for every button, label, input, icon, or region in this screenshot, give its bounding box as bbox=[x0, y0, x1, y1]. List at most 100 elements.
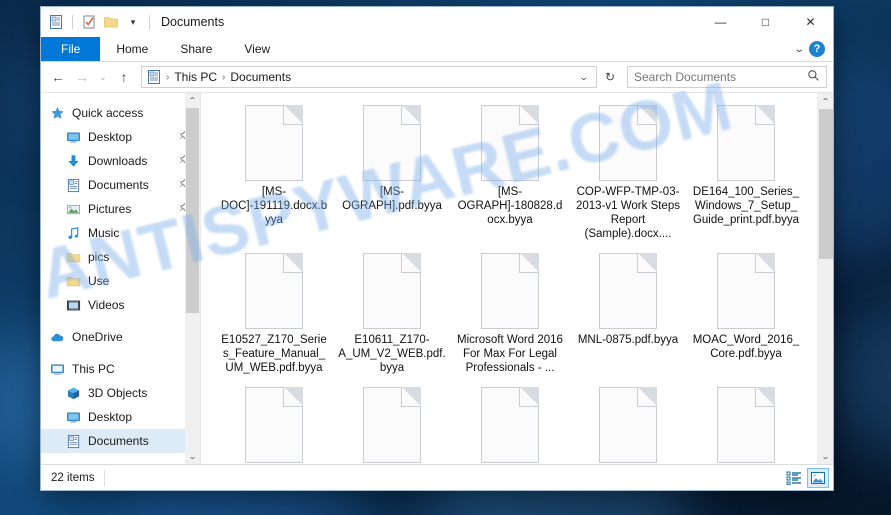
sidebar-item-pics[interactable]: pics bbox=[41, 245, 200, 269]
refresh-button[interactable]: ↻ bbox=[599, 66, 621, 88]
file-item[interactable]: [MS-DOC]-191119.docx.byya bbox=[215, 101, 333, 247]
generic-file-icon bbox=[245, 253, 303, 329]
file-pane-scrollbar[interactable]: ⌃ ⌄ bbox=[817, 93, 833, 464]
file-name: [MS-OGRAPH].pdf.byya bbox=[342, 186, 442, 212]
sidebar-item-pc-documents[interactable]: Documents bbox=[41, 429, 200, 453]
maximize-button[interactable]: □ bbox=[743, 7, 788, 37]
sidebar-item-desktop[interactable]: Desktop bbox=[41, 125, 200, 149]
breadcrumb-documents[interactable]: Documents bbox=[226, 70, 295, 84]
file-pane-scroll-thumb[interactable] bbox=[819, 109, 833, 259]
chevron-down-icon[interactable]: ⌄ bbox=[793, 44, 805, 55]
sidebar-item-label: Videos bbox=[88, 298, 125, 312]
file-item[interactable]: [MS-OGRAPH].pdf.byya bbox=[333, 101, 451, 247]
quick-access-dropdown-icon[interactable]: ▾ bbox=[124, 13, 142, 31]
sidebar-scroll-track[interactable] bbox=[185, 108, 200, 449]
breadcrumb-this-pc[interactable]: This PC bbox=[170, 70, 221, 84]
monitor-icon bbox=[65, 129, 81, 145]
window-controls: — □ ✕ bbox=[698, 7, 833, 37]
window-title: Documents bbox=[161, 15, 225, 29]
scroll-up-icon[interactable]: ⌃ bbox=[816, 93, 833, 109]
file-item[interactable] bbox=[451, 383, 569, 464]
generic-file-icon bbox=[717, 105, 775, 181]
up-button[interactable]: ↑ bbox=[113, 66, 135, 88]
sidebar-item-music[interactable]: Music bbox=[41, 221, 200, 245]
generic-file-icon bbox=[245, 387, 303, 463]
search-icon[interactable] bbox=[807, 69, 820, 85]
file-item[interactable]: [MS-OGRAPH]-180828.docx.byya bbox=[451, 101, 569, 247]
sidebar-item-onedrive[interactable]: OneDrive bbox=[41, 325, 200, 349]
generic-file-icon bbox=[599, 105, 657, 181]
tab-share[interactable]: Share bbox=[164, 37, 228, 61]
documents-icon bbox=[65, 177, 81, 193]
documents-icon bbox=[146, 69, 162, 85]
sidebar-item-pictures[interactable]: Pictures bbox=[41, 197, 200, 221]
address-dropdown-icon[interactable]: ⌄ bbox=[573, 72, 595, 83]
file-name: E10611_Z170-A_UM_V2_WEB.pdf.byya bbox=[338, 334, 446, 374]
help-button[interactable]: ? bbox=[809, 41, 825, 57]
search-input[interactable] bbox=[634, 70, 807, 84]
file-item[interactable] bbox=[215, 383, 333, 464]
address-bar[interactable]: › This PC › Documents ⌄ bbox=[141, 66, 597, 88]
scroll-up-icon[interactable]: ⌃ bbox=[183, 93, 200, 108]
tab-home[interactable]: Home bbox=[100, 37, 164, 61]
sidebar-scrollbar[interactable]: ⌃ ⌄ bbox=[185, 93, 200, 464]
large-icons-view-button[interactable] bbox=[807, 467, 829, 488]
status-bar: 22 items bbox=[41, 464, 833, 490]
generic-file-icon bbox=[481, 105, 539, 181]
scroll-down-icon[interactable]: ⌄ bbox=[183, 449, 200, 464]
sidebar-item-3d-objects[interactable]: 3D Objects bbox=[41, 381, 200, 405]
minimize-button[interactable]: — bbox=[698, 7, 743, 37]
tab-file[interactable]: File bbox=[41, 37, 101, 61]
file-list-pane[interactable]: [MS-DOC]-191119.docx.byya [MS-OGRAPH].pd… bbox=[201, 93, 833, 464]
sidebar-item-documents[interactable]: Documents bbox=[41, 173, 200, 197]
music-icon bbox=[65, 225, 81, 241]
sidebar-item-label: pics bbox=[88, 250, 110, 264]
file-name: COP-WFP-TMP-03-2013-v1 Work Steps Report… bbox=[576, 186, 680, 240]
file-item[interactable]: MOAC_Word_2016_Core.pdf.byya bbox=[687, 249, 805, 381]
documents-folder-icon[interactable] bbox=[47, 13, 65, 31]
search-box[interactable] bbox=[627, 66, 827, 88]
star-icon bbox=[49, 105, 65, 121]
sidebar-item-quick-access[interactable]: Quick access bbox=[41, 101, 200, 125]
file-grid: [MS-DOC]-191119.docx.byya [MS-OGRAPH].pd… bbox=[201, 93, 805, 464]
sidebar-item-downloads[interactable]: Downloads bbox=[41, 149, 200, 173]
cloud-icon bbox=[49, 329, 65, 345]
toolbar-divider bbox=[72, 15, 73, 29]
status-divider bbox=[104, 469, 106, 486]
details-view-button[interactable] bbox=[783, 468, 805, 488]
file-item[interactable]: MNL-0875.pdf.byya bbox=[569, 249, 687, 381]
sidebar-scroll-thumb[interactable] bbox=[186, 108, 199, 313]
sidebar-item-use[interactable]: Use bbox=[41, 269, 200, 293]
forward-button[interactable]: → bbox=[71, 66, 93, 88]
sidebar-item-label: Desktop bbox=[88, 410, 133, 424]
navigation-pane: Quick access Desktop Downloads Documents… bbox=[41, 93, 201, 464]
file-item[interactable] bbox=[569, 383, 687, 464]
sidebar-item-label: Documents bbox=[88, 178, 149, 192]
file-item[interactable]: E10611_Z170-A_UM_V2_WEB.pdf.byya bbox=[333, 249, 451, 381]
tab-view[interactable]: View bbox=[228, 37, 286, 61]
folder-icon bbox=[65, 249, 81, 265]
file-item[interactable]: E10527_Z170_Series_Feature_Manual_UM_WEB… bbox=[215, 249, 333, 381]
file-name: DE164_100_Series_Windows_7_Setup_Guide_p… bbox=[692, 186, 800, 226]
back-button[interactable]: ← bbox=[47, 66, 69, 88]
file-item[interactable] bbox=[333, 383, 451, 464]
sidebar-item-this-pc[interactable]: This PC bbox=[41, 357, 200, 381]
file-item[interactable]: Microsoft Word 2016 For Max For Legal Pr… bbox=[451, 249, 569, 381]
close-button[interactable]: ✕ bbox=[788, 7, 833, 37]
sidebar-item-label: Music bbox=[88, 226, 120, 240]
sidebar-item-label: This PC bbox=[72, 362, 115, 376]
new-folder-icon[interactable] bbox=[102, 13, 120, 31]
file-pane-scroll-track[interactable] bbox=[818, 109, 833, 448]
file-item[interactable]: DE164_100_Series_Windows_7_Setup_Guide_p… bbox=[687, 101, 805, 247]
documents-icon bbox=[65, 433, 81, 449]
generic-file-icon bbox=[363, 105, 421, 181]
computer-icon bbox=[49, 361, 65, 377]
sidebar-item-pc-desktop[interactable]: Desktop bbox=[41, 405, 200, 429]
scroll-down-icon[interactable]: ⌄ bbox=[816, 448, 833, 464]
recent-locations-button[interactable]: ⌄ bbox=[95, 66, 111, 88]
properties-icon[interactable] bbox=[80, 13, 98, 31]
file-item[interactable] bbox=[687, 383, 805, 464]
file-item[interactable]: COP-WFP-TMP-03-2013-v1 Work Steps Report… bbox=[569, 101, 687, 247]
sidebar-item-videos[interactable]: Videos bbox=[41, 293, 200, 317]
